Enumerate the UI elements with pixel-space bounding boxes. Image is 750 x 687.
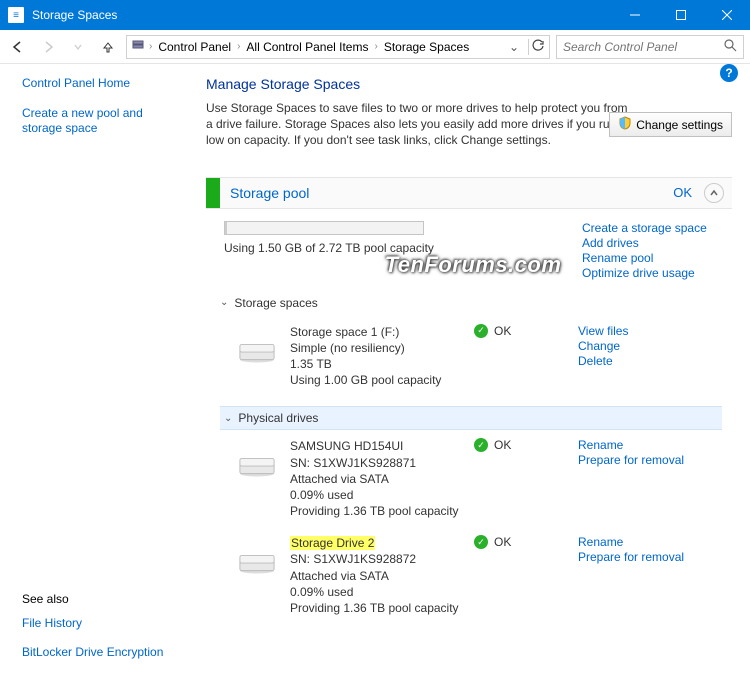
refresh-button[interactable] xyxy=(528,39,545,55)
pool-usage: Using 1.50 GB of 2.72 TB pool capacity xyxy=(224,221,582,280)
close-button[interactable] xyxy=(704,0,750,30)
create-space-link[interactable]: Create a storage space xyxy=(582,221,718,235)
shield-icon xyxy=(618,116,632,133)
optimize-link[interactable]: Optimize drive usage xyxy=(582,266,718,280)
back-button[interactable] xyxy=(6,35,30,59)
chevron-right-icon[interactable]: › xyxy=(237,41,240,52)
chevron-right-icon[interactable]: › xyxy=(149,41,152,52)
space-usage: Using 1.00 GB pool capacity xyxy=(290,372,460,388)
prepare-removal-link[interactable]: Prepare for removal xyxy=(578,453,684,467)
drive-icon xyxy=(238,553,276,578)
drive-icon xyxy=(131,38,145,55)
drive-providing: Providing 1.36 TB pool capacity xyxy=(290,600,460,616)
storage-space-row: Storage space 1 (F:) Simple (no resilien… xyxy=(224,316,722,397)
add-drives-link[interactable]: Add drives xyxy=(582,236,718,250)
drive-serial: SN: S1XWJ1KS928871 xyxy=(290,455,460,471)
search-input[interactable] xyxy=(563,40,724,54)
search-icon[interactable] xyxy=(724,39,737,55)
usage-progress-bar xyxy=(224,221,424,235)
minimize-button[interactable] xyxy=(612,0,658,30)
status-badge: ✓ OK xyxy=(474,535,564,549)
physical-drive-row: SAMSUNG HD154UI SN: S1XWJ1KS928871 Attac… xyxy=(224,430,722,527)
file-history-link[interactable]: File History xyxy=(22,616,184,632)
page-description: Use Storage Spaces to save files to two … xyxy=(206,100,636,149)
rename-drive-link[interactable]: Rename xyxy=(578,535,684,549)
pool-status: OK xyxy=(673,185,704,200)
status-bar-icon xyxy=(206,178,220,208)
control-panel-home-link[interactable]: Control Panel Home xyxy=(22,76,184,92)
drive-providing: Providing 1.36 TB pool capacity xyxy=(290,503,460,519)
drive-connection: Attached via SATA xyxy=(290,471,460,487)
pool-actions: Create a storage space Add drives Rename… xyxy=(582,221,722,280)
main-panel: ? Manage Storage Spaces Use Storage Spac… xyxy=(196,64,750,687)
pool-name: Storage pool xyxy=(220,185,673,201)
delete-link[interactable]: Delete xyxy=(578,354,628,368)
change-settings-button[interactable]: Change settings xyxy=(609,112,732,137)
breadcrumb-item[interactable]: Storage Spaces xyxy=(382,40,471,54)
create-pool-link[interactable]: Create a new pool and storage space xyxy=(22,106,184,137)
rename-drive-link[interactable]: Rename xyxy=(578,438,684,452)
status-badge: ✓ OK xyxy=(474,324,564,338)
app-icon: ≡ xyxy=(8,7,24,23)
drive-used: 0.09% used xyxy=(290,487,460,503)
chevron-right-icon[interactable]: › xyxy=(374,41,377,52)
window-title: Storage Spaces xyxy=(32,8,612,22)
drive-name: Storage Drive 2 xyxy=(290,536,375,550)
change-link[interactable]: Change xyxy=(578,339,628,353)
bitlocker-link[interactable]: BitLocker Drive Encryption xyxy=(22,645,184,661)
space-name: Storage space 1 (F:) xyxy=(290,324,460,340)
address-bar[interactable]: › Control Panel › All Control Panel Item… xyxy=(126,35,550,59)
physical-drives-section-header[interactable]: ⌄ Physical drives xyxy=(220,406,722,430)
status-badge: ✓ OK xyxy=(474,438,564,452)
chevron-down-icon: ⌄ xyxy=(224,413,232,424)
ok-icon: ✓ xyxy=(474,438,488,452)
ok-icon: ✓ xyxy=(474,324,488,338)
page-title: Manage Storage Spaces xyxy=(206,76,732,92)
usage-text: Using 1.50 GB of 2.72 TB pool capacity xyxy=(224,241,582,255)
recent-locations-dropdown[interactable] xyxy=(66,35,90,59)
pool-header: Storage pool OK xyxy=(206,177,732,209)
sidebar: Control Panel Home Create a new pool and… xyxy=(0,64,196,687)
breadcrumb-item[interactable]: Control Panel xyxy=(156,40,233,54)
help-icon[interactable]: ? xyxy=(720,64,738,82)
drive-name: SAMSUNG HD154UI xyxy=(290,438,460,454)
window-titlebar: ≡ Storage Spaces xyxy=(0,0,750,30)
collapse-button[interactable] xyxy=(704,183,724,203)
space-size: 1.35 TB xyxy=(290,356,460,372)
breadcrumb-item[interactable]: All Control Panel Items xyxy=(244,40,370,54)
storage-spaces-section-header[interactable]: ⌄ Storage spaces xyxy=(220,290,722,316)
ok-icon: ✓ xyxy=(474,535,488,549)
prepare-removal-link[interactable]: Prepare for removal xyxy=(578,550,684,564)
change-settings-label: Change settings xyxy=(636,118,723,132)
see-also-label: See also xyxy=(22,592,184,606)
drive-used: 0.09% used xyxy=(290,584,460,600)
rename-pool-link[interactable]: Rename pool xyxy=(582,251,718,265)
drive-icon xyxy=(238,342,276,367)
navigation-bar: › Control Panel › All Control Panel Item… xyxy=(0,30,750,64)
drive-serial: SN: S1XWJ1KS928872 xyxy=(290,551,460,567)
up-button[interactable] xyxy=(96,35,120,59)
view-files-link[interactable]: View files xyxy=(578,324,628,338)
space-resiliency: Simple (no resiliency) xyxy=(290,340,460,356)
maximize-button[interactable] xyxy=(658,0,704,30)
section-label: Storage spaces xyxy=(234,296,317,310)
physical-drive-row: Storage Drive 2 SN: S1XWJ1KS928872 Attac… xyxy=(224,527,722,624)
drive-connection: Attached via SATA xyxy=(290,568,460,584)
section-label: Physical drives xyxy=(238,411,318,425)
drive-icon xyxy=(238,456,276,481)
forward-button[interactable] xyxy=(36,35,60,59)
address-history-dropdown[interactable]: ⌄ xyxy=(506,40,522,54)
search-box[interactable] xyxy=(556,35,744,59)
chevron-down-icon: ⌄ xyxy=(220,297,228,308)
storage-pool-panel: Storage pool OK Using 1.50 GB of 2.72 TB… xyxy=(206,177,732,635)
